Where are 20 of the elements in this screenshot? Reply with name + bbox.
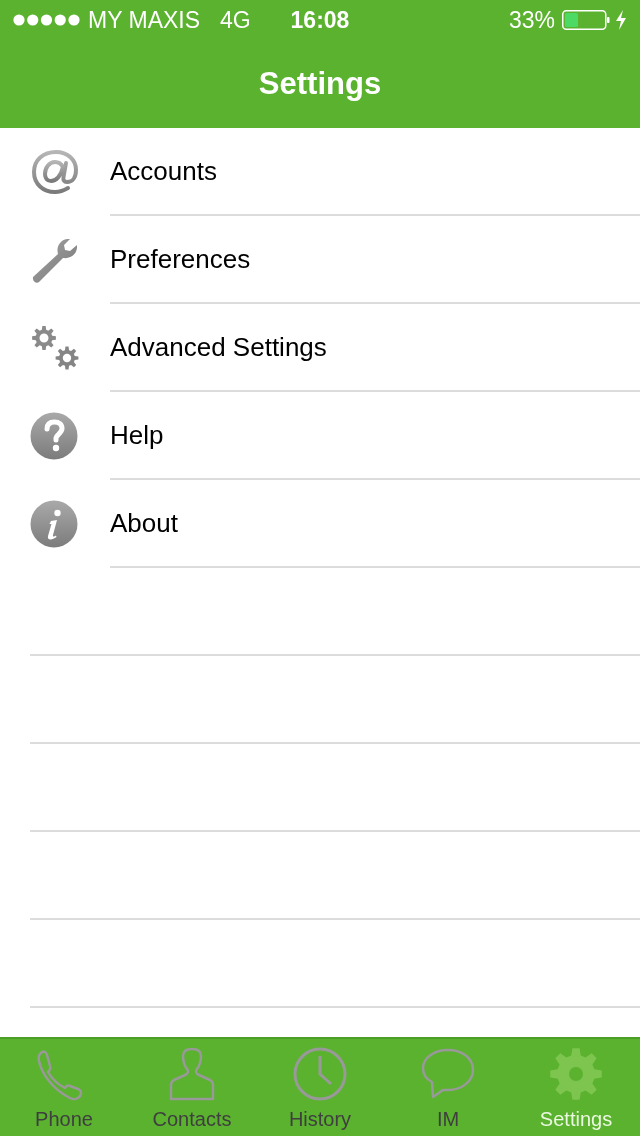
at-sign-icon — [30, 149, 80, 195]
network-type: 4G — [220, 5, 251, 35]
gears-icon — [30, 325, 80, 371]
tab[interactable]: Phone — [0, 1039, 128, 1136]
info-icon — [30, 500, 78, 548]
signal-dots-icon — [13, 14, 80, 26]
battery-icon — [562, 10, 610, 30]
battery-percent: 33% — [508, 5, 555, 35]
clock-icon — [292, 1047, 348, 1101]
speech-bubble-icon — [420, 1047, 476, 1101]
wrench-icon — [30, 237, 80, 283]
nav-title: Settings — [258, 64, 382, 103]
tab[interactable]: IM — [384, 1039, 512, 1136]
gear-icon — [548, 1047, 604, 1101]
help-icon — [30, 412, 78, 460]
charging-bolt-icon — [615, 10, 627, 30]
status-time: 16:08 — [289, 5, 351, 35]
tab[interactable]: Contacts — [128, 1039, 256, 1136]
carrier-name: MY MAXIS — [88, 5, 201, 35]
tab[interactable]: History — [256, 1039, 384, 1136]
